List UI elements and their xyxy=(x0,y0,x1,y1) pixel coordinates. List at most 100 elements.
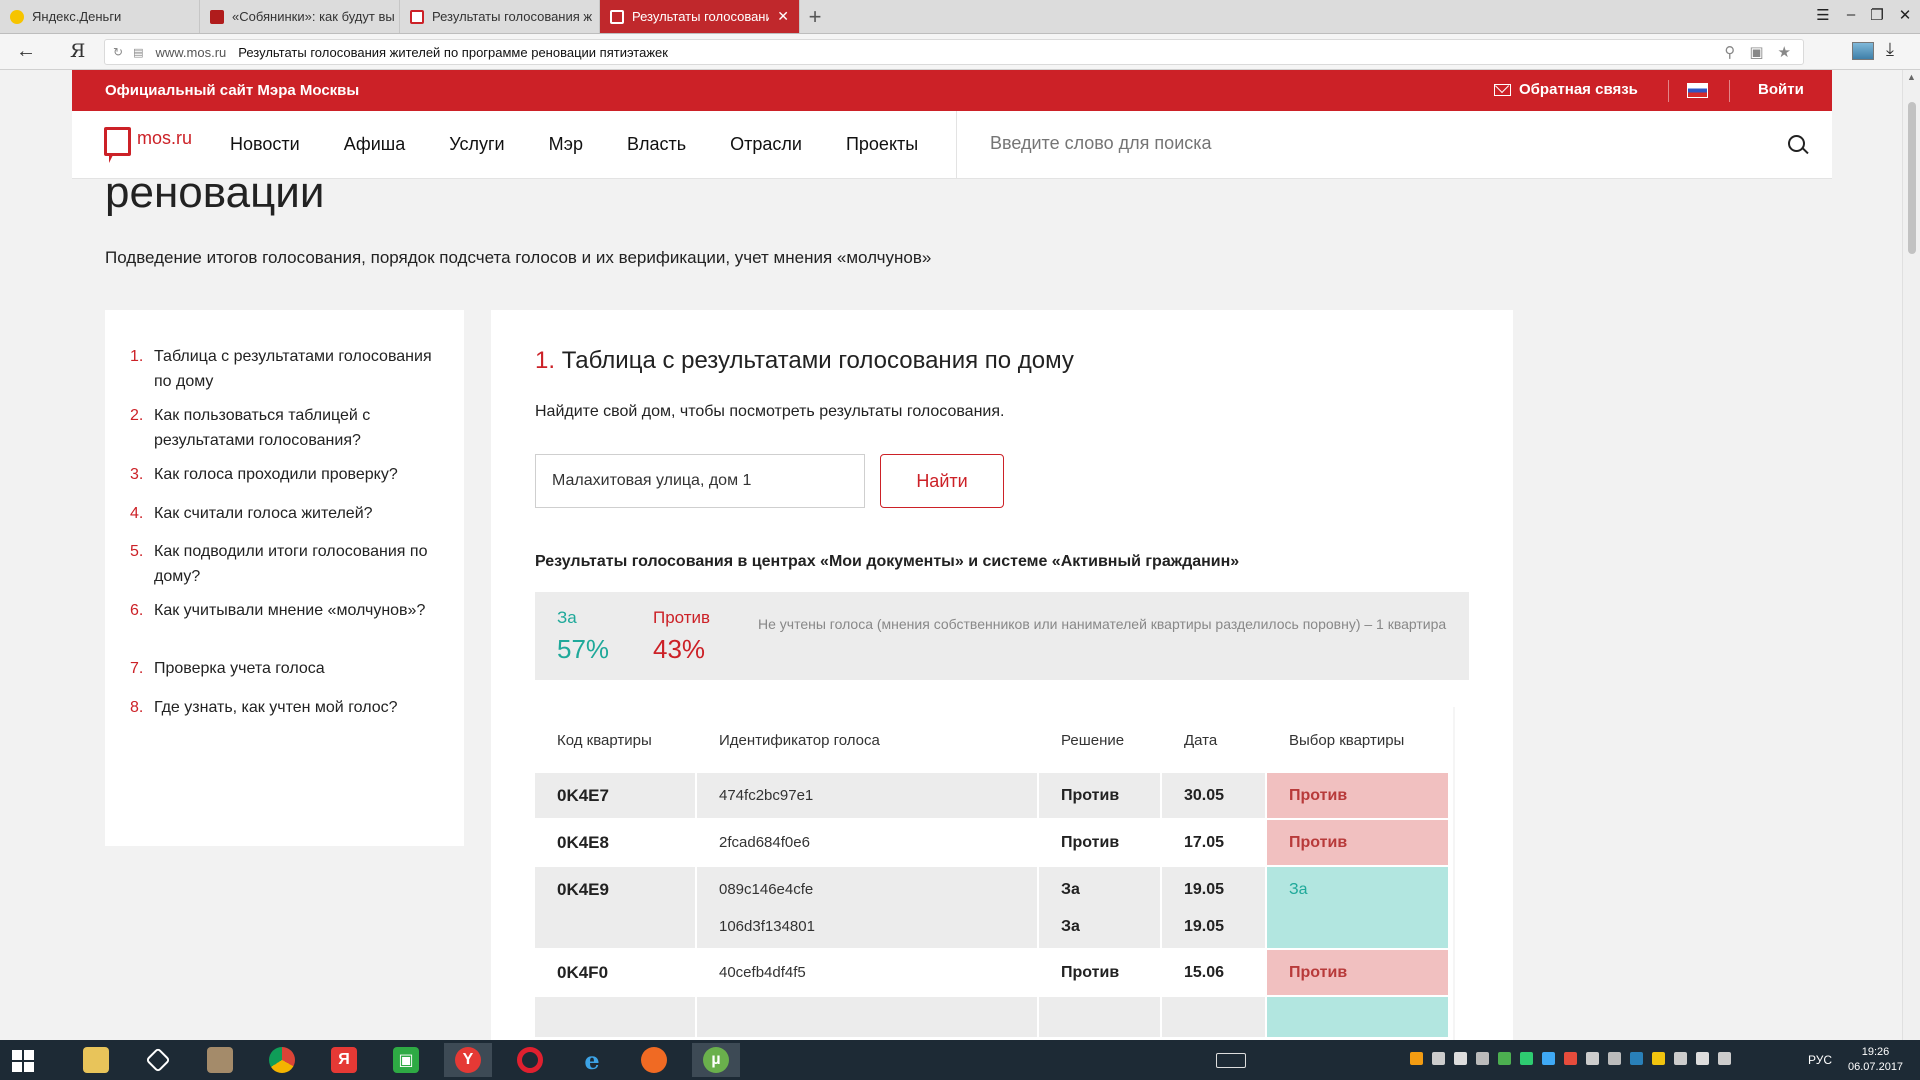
tray-icon[interactable] xyxy=(1410,1052,1423,1065)
toc-item-3[interactable]: 3. Как голоса проходили проверку? xyxy=(130,462,440,487)
results-card: 1. Таблица с результатами голосования по… xyxy=(491,310,1513,1040)
ie-icon[interactable]: e xyxy=(568,1043,616,1077)
plus-icon[interactable]: + xyxy=(802,4,828,30)
site-search-input[interactable] xyxy=(990,133,1690,154)
protect-icon[interactable]: ▣ xyxy=(1749,43,1763,61)
cell: 30.05 xyxy=(1162,773,1265,818)
menu-item-news[interactable]: Новости xyxy=(230,134,300,155)
cell: 0K4E9 xyxy=(535,867,695,948)
restore-icon[interactable]: ❐ xyxy=(1866,6,1888,24)
language-indicator[interactable]: РУС xyxy=(1808,1053,1832,1067)
tab-sobyaninki[interactable]: «Собянинки»: как будут вы xyxy=(200,0,400,33)
windows-start-icon[interactable] xyxy=(12,1050,34,1072)
cell: 089c146e4cfe 106d3f134801 xyxy=(697,867,1037,948)
tray-icon[interactable] xyxy=(1542,1052,1555,1065)
yandex-logo-icon[interactable]: Я xyxy=(70,40,85,62)
vote-date: 17.05 xyxy=(1184,834,1225,851)
tray-icon[interactable] xyxy=(1586,1052,1599,1065)
russian-flag-icon[interactable] xyxy=(1687,83,1708,98)
reload-icon[interactable]: ↻ xyxy=(113,45,123,59)
menu-icon[interactable]: ☰ xyxy=(1812,6,1834,24)
tray-icon[interactable] xyxy=(1454,1052,1467,1065)
file-explorer-icon[interactable] xyxy=(72,1043,120,1077)
cell: Против xyxy=(1039,773,1160,818)
minimize-icon[interactable]: ‒ xyxy=(1840,6,1862,23)
section-title-text: Таблица с результатами голосования по до… xyxy=(561,347,1074,374)
translate-icon[interactable]: ⚲ xyxy=(1724,43,1735,61)
header-decision: Решение xyxy=(1061,732,1125,749)
tab-label: Результаты голосования xyxy=(632,9,770,24)
url-field[interactable]: ↻ ▤ www.mos.ru Результаты голосования жи… xyxy=(104,39,1804,65)
download-icon[interactable]: ⤓ xyxy=(1886,39,1894,60)
vote-date: 19.05 xyxy=(1184,918,1225,935)
address-search-input[interactable] xyxy=(535,454,865,508)
tray-icon[interactable] xyxy=(1608,1052,1621,1065)
official-site-label[interactable]: Официальный сайт Мэра Москвы xyxy=(105,82,359,99)
app-icon[interactable] xyxy=(134,1043,182,1077)
toc-item-4[interactable]: 4. Как считали голоса жителей? xyxy=(130,501,440,526)
tray-icon[interactable] xyxy=(1520,1052,1533,1065)
toc-text: Как пользоваться таблицей с результатами… xyxy=(154,407,371,449)
scrollbar-thumb[interactable] xyxy=(1908,102,1916,254)
back-arrow-icon[interactable]: ← xyxy=(16,40,36,63)
search-icon[interactable] xyxy=(1788,135,1805,152)
tab-yandex-money[interactable]: Яндекс.Деньги xyxy=(0,0,200,33)
results-table: Код квартиры Идентификатор голоса Решени… xyxy=(535,707,1455,1040)
toc-item-6[interactable]: 6. Как учитывали мнение «молчунов»? xyxy=(130,598,440,623)
tray-icon[interactable] xyxy=(1564,1052,1577,1065)
tray-icon[interactable] xyxy=(1674,1052,1687,1065)
close-tab-icon[interactable]: ✕ xyxy=(769,8,789,25)
network-icon[interactable] xyxy=(1696,1052,1709,1065)
toc-item-7[interactable]: 7. Проверка учета голоса xyxy=(130,656,440,681)
opera-icon[interactable] xyxy=(506,1043,554,1077)
against-percent: 43% xyxy=(653,634,706,664)
keyboard-icon[interactable] xyxy=(1216,1053,1246,1068)
tray-icon[interactable] xyxy=(1652,1052,1665,1065)
tray-icon[interactable] xyxy=(1498,1052,1511,1065)
close-window-icon[interactable]: ✕ xyxy=(1894,6,1916,24)
volume-icon[interactable] xyxy=(1432,1052,1445,1065)
chrome-icon[interactable] xyxy=(258,1043,306,1077)
scroll-up-icon[interactable]: ▲ xyxy=(1907,72,1916,82)
mos-ru-logo[interactable]: mos.ru xyxy=(104,127,192,163)
tray-icon[interactable] xyxy=(1476,1052,1489,1065)
bluetooth-icon[interactable] xyxy=(1630,1052,1643,1065)
bookmark-star-icon[interactable]: ★ xyxy=(1778,43,1791,61)
menu-item-projects[interactable]: Проекты xyxy=(846,134,918,155)
tab-results-1[interactable]: Результаты голосования ж xyxy=(400,0,600,33)
toc-num: 2. xyxy=(130,407,144,424)
toc-item-2[interactable]: 2. Как пользоваться таблицей с результата… xyxy=(130,403,440,453)
archive-icon[interactable] xyxy=(196,1043,244,1077)
menu-item-mayor[interactable]: Мэр xyxy=(549,134,583,155)
decision: Против xyxy=(1061,834,1120,851)
menu-item-services[interactable]: Услуги xyxy=(449,134,504,155)
toc-item-1[interactable]: 1. Таблица с результатами голосования по … xyxy=(130,344,440,394)
menu-item-government[interactable]: Власть xyxy=(627,134,686,155)
toc-item-5[interactable]: 5. Как подводили итоги голосования по дом… xyxy=(130,539,440,589)
toc-item-8[interactable]: 8. Где узнать, как учтен мой голос? xyxy=(130,695,440,720)
gallery-icon[interactable] xyxy=(1852,42,1874,60)
table-scrollbar[interactable]: ▲ ▼ xyxy=(1453,707,1455,1040)
find-button[interactable]: Найти xyxy=(880,454,1004,508)
signal-icon[interactable] xyxy=(1718,1052,1731,1065)
media-icon[interactable] xyxy=(630,1043,678,1077)
tab-results-active[interactable]: Результаты голосования ✕ xyxy=(600,0,800,33)
store-icon[interactable]: ▣ xyxy=(382,1043,430,1077)
clock[interactable]: 19:26 06.07.2017 xyxy=(1848,1045,1903,1075)
torrent-icon[interactable]: µ xyxy=(692,1043,740,1077)
decision: За xyxy=(1061,881,1080,898)
login-link[interactable]: Войти xyxy=(1758,81,1804,98)
section-title: 1. Таблица с результатами голосования по… xyxy=(535,347,1074,375)
menu-item-afisha[interactable]: Афиша xyxy=(344,134,406,155)
menu-item-industries[interactable]: Отрасли xyxy=(730,134,802,155)
table-row: 0K4E9 089c146e4cfe 106d3f134801 За За 19… xyxy=(535,867,1448,948)
feedback-link[interactable]: Обратная связь xyxy=(1494,81,1638,98)
toc-num: 3. xyxy=(130,466,144,483)
mail-icon xyxy=(1494,83,1511,96)
page-scrollbar[interactable]: ▲ xyxy=(1902,70,1920,1040)
yandex-browser-icon[interactable]: Y xyxy=(444,1043,492,1077)
yandex-icon[interactable]: Я xyxy=(320,1043,368,1077)
vote-id: 089c146e4cfe xyxy=(719,881,814,898)
vote-id: 40cefb4df4f5 xyxy=(719,964,806,981)
tab-label: Результаты голосования ж xyxy=(432,9,593,24)
